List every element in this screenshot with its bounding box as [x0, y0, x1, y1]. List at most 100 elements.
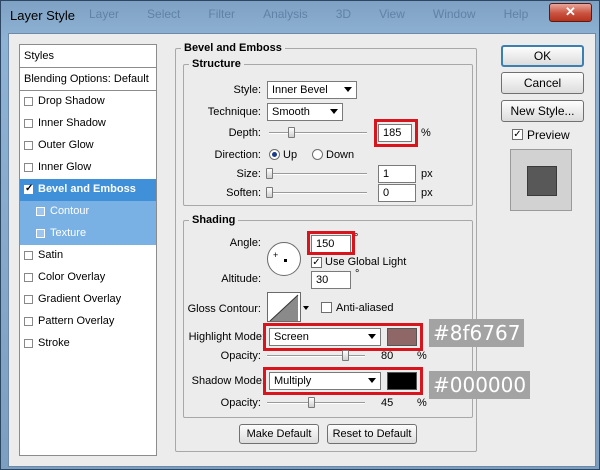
angle-center-dot — [284, 259, 287, 262]
style-item[interactable]: Stroke — [20, 333, 156, 355]
highlight-opacity-value[interactable]: 80 — [381, 350, 393, 362]
style-item[interactable]: Drop Shadow — [20, 91, 156, 113]
highlight-opacity-thumb[interactable] — [342, 350, 350, 361]
shadow-opacity-track[interactable] — [267, 402, 365, 404]
style-item[interactable]: Inner Glow — [20, 157, 156, 179]
ghost-menu-item: Help — [503, 7, 529, 21]
style-item[interactable]: Outer Glow — [20, 135, 156, 157]
style-item-label: Pattern Overlay — [38, 315, 115, 327]
size-input[interactable]: 1 — [378, 165, 416, 183]
checkmark-icon: ✓ — [312, 257, 321, 268]
style-preview — [510, 149, 572, 211]
shadow-opacity-label: Opacity: — [220, 397, 261, 409]
new-style-button[interactable]: New Style... — [501, 100, 584, 122]
highlight-hex-annotation: #8f6767 — [429, 319, 525, 347]
title-bar[interactable]: Layer Style Layer Select Filter Analysis… — [1, 1, 600, 33]
use-global-light-checkbox[interactable]: ✓ — [311, 257, 322, 268]
style-checkbox[interactable] — [24, 141, 33, 150]
altitude-input[interactable]: 30 — [311, 271, 351, 289]
style-item[interactable]: Texture — [20, 223, 156, 245]
style-checkbox[interactable] — [36, 207, 45, 216]
size-slider-thumb[interactable] — [266, 168, 274, 179]
style-item[interactable]: Gradient Overlay — [20, 289, 156, 311]
style-checkbox[interactable] — [24, 163, 33, 172]
style-checkbox[interactable] — [24, 295, 33, 304]
style-item-label: Contour — [50, 205, 90, 217]
preview-thumbnail — [527, 166, 557, 196]
style-item-label: Gradient Overlay — [38, 293, 122, 305]
size-slider-track[interactable] — [269, 173, 367, 175]
style-item[interactable]: Satin — [20, 245, 156, 267]
anti-aliased-label[interactable]: Anti-aliased — [336, 302, 393, 314]
gloss-contour-picker[interactable] — [267, 292, 301, 322]
depth-label: Depth: — [228, 127, 261, 139]
close-button[interactable]: ✕ — [549, 3, 592, 22]
style-item-label: Color Overlay — [38, 271, 106, 283]
preview-checkbox[interactable]: ✓ — [512, 129, 523, 140]
style-checkbox[interactable]: ✓ — [24, 183, 33, 194]
style-item-label: Satin — [38, 249, 64, 261]
style-checkbox[interactable] — [24, 119, 33, 128]
angle-dial[interactable]: + — [267, 242, 301, 276]
style-checkbox[interactable] — [24, 251, 33, 260]
chevron-down-icon — [330, 109, 338, 114]
reset-to-default-button[interactable]: Reset to Default — [327, 424, 417, 444]
angle-label: Angle: — [229, 237, 261, 249]
altitude-unit: ° — [355, 268, 360, 280]
style-item[interactable]: ✓ Bevel and Emboss — [20, 179, 156, 201]
style-select[interactable]: Inner Bevel — [267, 81, 357, 99]
shading-title: Shading — [189, 214, 239, 226]
depth-slider-thumb[interactable] — [288, 127, 296, 138]
ok-button[interactable]: OK — [501, 45, 584, 67]
direction-down-radio[interactable] — [312, 149, 323, 160]
style-item[interactable]: Contour — [20, 201, 156, 223]
direction-up-label[interactable]: Up — [283, 149, 297, 161]
depth-unit: % — [421, 127, 431, 139]
chevron-down-icon[interactable] — [303, 306, 309, 310]
style-checkbox[interactable] — [24, 97, 33, 106]
technique-select-value: Smooth — [272, 106, 310, 118]
window-title: Layer Style — [10, 8, 76, 23]
direction-down-label[interactable]: Down — [326, 149, 354, 161]
style-item-label: Drop Shadow — [38, 95, 105, 107]
style-select-value: Inner Bevel — [272, 84, 328, 96]
checkmark-icon: ✓ — [513, 129, 522, 140]
blending-options-item[interactable]: Blending Options: Default — [20, 68, 156, 91]
style-item[interactable]: Inner Shadow — [20, 113, 156, 135]
layer-style-window: Layer Style Layer Select Filter Analysis… — [0, 0, 600, 470]
soften-slider-thumb[interactable] — [266, 187, 273, 198]
depth-highlight-box — [374, 119, 418, 147]
altitude-value: 30 — [316, 274, 329, 286]
ghost-menu-item: Window — [432, 7, 476, 21]
style-item[interactable]: Pattern Overlay — [20, 311, 156, 333]
direction-up-radio[interactable] — [269, 149, 280, 160]
highlight-opacity-unit: % — [417, 350, 427, 362]
size-label: Size: — [236, 168, 261, 180]
ghost-menu-item: Select — [147, 7, 181, 21]
highlight-opacity-track[interactable] — [267, 355, 365, 357]
cancel-button[interactable]: Cancel — [501, 72, 584, 94]
style-item-label: Stroke — [38, 337, 70, 349]
style-checkbox[interactable] — [24, 317, 33, 326]
highlight-mode-label: Highlight Mode: — [188, 331, 265, 343]
preview-label[interactable]: Preview — [527, 128, 570, 142]
style-checkbox[interactable] — [24, 273, 33, 282]
use-global-light-label[interactable]: Use Global Light — [325, 256, 406, 268]
make-default-button[interactable]: Make Default — [239, 424, 319, 444]
styles-header[interactable]: Styles — [20, 45, 156, 68]
depth-slider-track[interactable] — [269, 132, 367, 134]
background-menu-bar: Layer Select Filter Analysis 3D View Win… — [89, 7, 528, 21]
dialog-client-area: Styles Blending Options: Default Drop Sh… — [8, 33, 596, 467]
shadow-opacity-thumb[interactable] — [308, 397, 316, 408]
shadow-opacity-value[interactable]: 45 — [381, 397, 393, 409]
style-checkbox[interactable] — [24, 339, 33, 348]
structure-title: Structure — [189, 58, 244, 70]
technique-label: Technique: — [207, 106, 261, 118]
anti-aliased-checkbox[interactable] — [321, 302, 332, 313]
style-checkbox[interactable] — [36, 229, 45, 238]
technique-select[interactable]: Smooth — [267, 103, 343, 121]
shadow-mode-label: Shadow Mode: — [191, 375, 265, 387]
style-item[interactable]: Color Overlay — [20, 267, 156, 289]
soften-slider-track[interactable] — [269, 192, 367, 194]
soften-input[interactable]: 0 — [378, 184, 416, 202]
